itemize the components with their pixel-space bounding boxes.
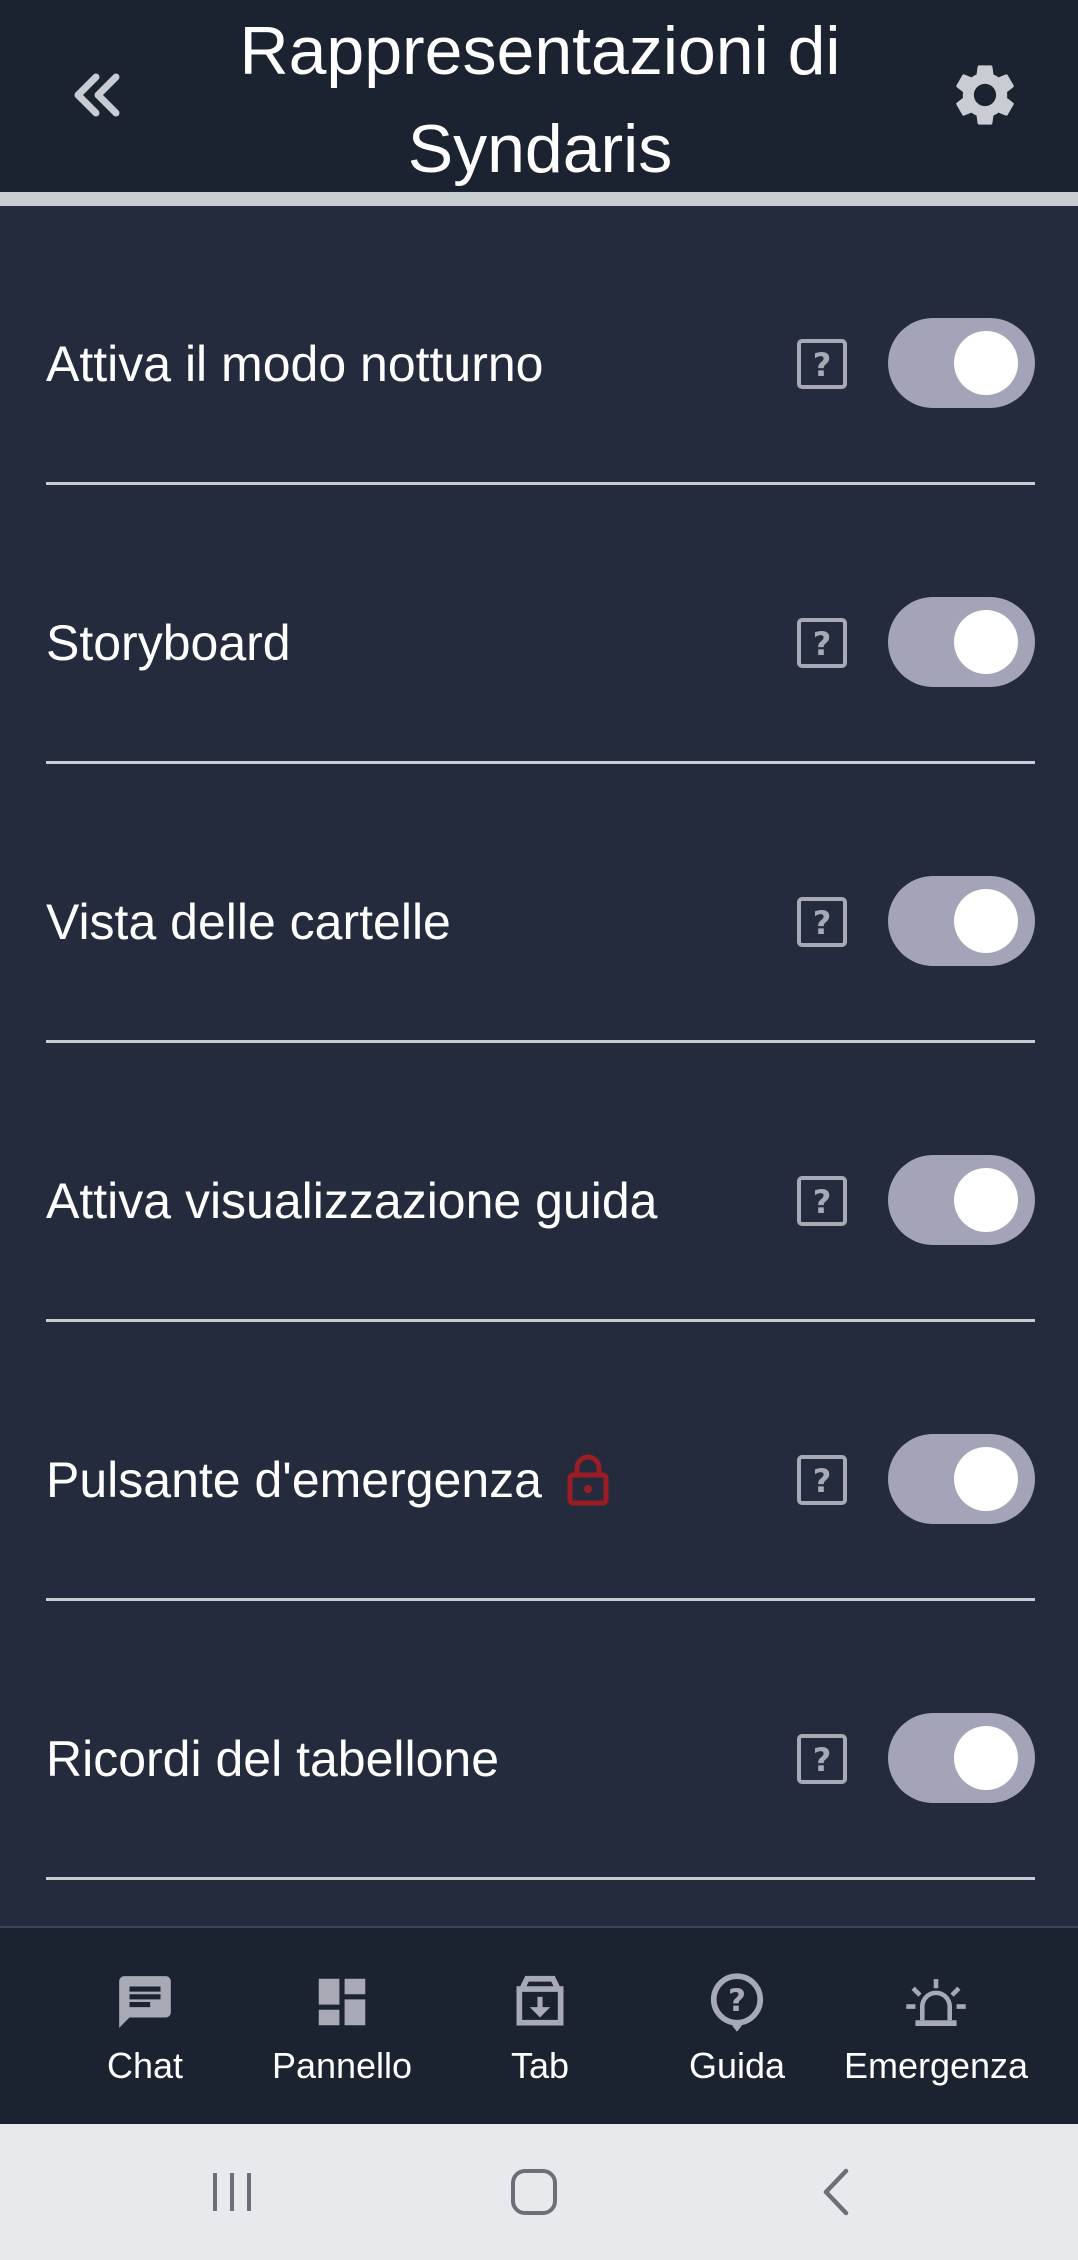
svg-text:?: ? — [813, 346, 832, 384]
app-header: Rappresentazioni di Syndaris — [0, 0, 1078, 192]
help-button[interactable]: ? — [794, 1173, 850, 1229]
recent-apps-icon — [213, 2173, 251, 2211]
help-button[interactable]: ? — [794, 1731, 850, 1787]
help-box-icon: ? — [797, 618, 847, 668]
row-divider — [46, 1877, 1035, 1880]
system-navigation-bar — [0, 2124, 1078, 2260]
help-button[interactable]: ? — [794, 615, 850, 671]
system-back-button[interactable] — [786, 2152, 886, 2232]
nav-label: Emergenza — [843, 2045, 1029, 2086]
setting-label: Attiva visualizzazione guida — [46, 1173, 658, 1229]
home-button[interactable] — [484, 2152, 584, 2232]
lock-icon — [566, 1453, 610, 1507]
setting-row-storyboard: Storyboard ? — [0, 485, 1078, 764]
svg-text:?: ? — [813, 1462, 832, 1500]
setting-label: Ricordi del tabellone — [46, 1731, 500, 1787]
toggle-knob — [954, 1726, 1018, 1790]
alarm-light-icon — [904, 1970, 968, 2034]
setting-label: Pulsante d'emergenza — [46, 1430, 610, 1530]
nav-label: Pannello — [271, 2045, 413, 2086]
setting-row-folder-view: Vista delle cartelle ? — [0, 764, 1078, 1043]
setting-label: Storyboard — [46, 615, 291, 671]
recent-apps-button[interactable] — [182, 2152, 282, 2232]
bottom-navigation: Chat Pannello Tab ? Guida Emergenza — [0, 1926, 1078, 2124]
svg-text:?: ? — [813, 904, 832, 942]
back-button[interactable] — [56, 52, 136, 138]
home-icon — [511, 2169, 557, 2215]
svg-text:?: ? — [813, 1741, 832, 1779]
double-chevron-left-icon — [74, 73, 120, 117]
archive-download-icon — [508, 1970, 572, 2034]
nav-item-pannello[interactable]: Pannello — [242, 1928, 442, 2124]
nav-label: Chat — [106, 2045, 184, 2086]
help-box-icon: ? — [797, 897, 847, 947]
help-box-icon: ? — [797, 1176, 847, 1226]
help-button[interactable]: ? — [794, 894, 850, 950]
toggle-knob — [954, 331, 1018, 395]
help-box-icon: ? — [797, 339, 847, 389]
storyboard-toggle[interactable] — [888, 597, 1035, 687]
chat-icon — [113, 1970, 177, 2034]
folder-view-toggle[interactable] — [888, 876, 1035, 966]
nav-label: Guida — [688, 2045, 786, 2086]
toggle-knob — [954, 1447, 1018, 1511]
back-chevron-icon — [823, 2168, 849, 2216]
svg-text:?: ? — [728, 1983, 746, 2019]
setting-row-emergency-button: Pulsante d'emergenza ? — [0, 1322, 1078, 1601]
setting-row-night-mode: Attiva il modo notturno ? — [0, 206, 1078, 485]
svg-text:?: ? — [813, 1183, 832, 1221]
nav-item-emergenza[interactable]: Emergenza — [836, 1928, 1036, 2124]
help-button[interactable]: ? — [794, 336, 850, 392]
setting-row-guide-view: Attiva visualizzazione guida ? — [0, 1043, 1078, 1322]
guide-view-toggle[interactable] — [888, 1155, 1035, 1245]
settings-button[interactable] — [940, 50, 1030, 140]
nav-label: Tab — [510, 2045, 570, 2086]
header-divider — [0, 192, 1078, 206]
toggle-knob — [954, 889, 1018, 953]
board-memories-toggle[interactable] — [888, 1713, 1035, 1803]
nav-item-tab[interactable]: Tab — [440, 1928, 640, 2124]
night-mode-toggle[interactable] — [888, 318, 1035, 408]
page-title: Rappresentazioni di Syndaris — [239, 13, 841, 187]
gear-icon — [956, 65, 1014, 125]
svg-text:?: ? — [813, 625, 832, 663]
app-screen: Rappresentazioni di Syndaris Attiva il m… — [0, 0, 1078, 2260]
nav-item-chat[interactable]: Chat — [45, 1928, 245, 2124]
setting-label: Vista delle cartelle — [46, 894, 451, 950]
setting-row-board-memories: Ricordi del tabellone ? — [0, 1601, 1078, 1880]
help-circle-icon: ? — [705, 1970, 769, 2034]
dashboard-icon — [310, 1970, 374, 2034]
help-button[interactable]: ? — [794, 1452, 850, 1508]
toggle-knob — [954, 1168, 1018, 1232]
toggle-knob — [954, 610, 1018, 674]
settings-list: Attiva il modo notturno ? Storyboard ? V… — [0, 206, 1078, 1880]
setting-label: Attiva il modo notturno — [46, 336, 544, 392]
help-box-icon: ? — [797, 1455, 847, 1505]
help-box-icon: ? — [797, 1734, 847, 1784]
emergency-button-toggle[interactable] — [888, 1434, 1035, 1524]
nav-item-guida[interactable]: ? Guida — [637, 1928, 837, 2124]
